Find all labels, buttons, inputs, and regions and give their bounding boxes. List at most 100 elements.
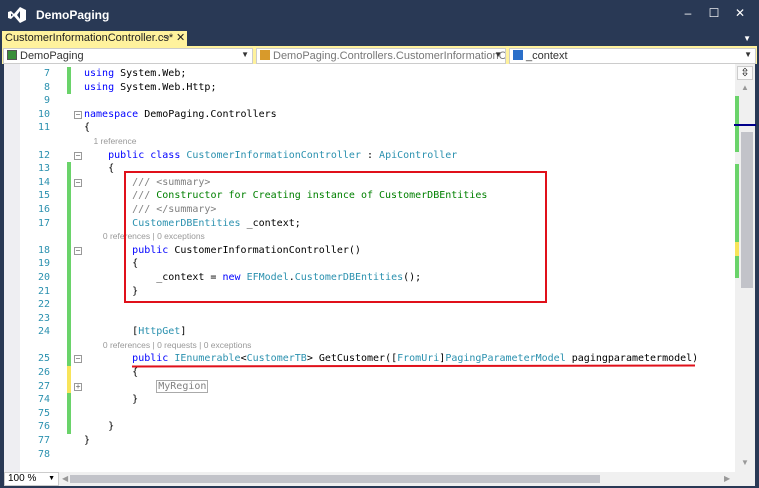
scroll-left-button[interactable]: ◀ xyxy=(62,474,68,483)
code-token: FromUri xyxy=(397,353,440,365)
close-tab-button[interactable]: ✕ xyxy=(176,31,185,44)
project-dropdown[interactable]: DemoPaging ▼ xyxy=(3,48,253,64)
change-indicator xyxy=(67,243,71,258)
line-number: 74 xyxy=(37,394,50,406)
collapse-icon[interactable]: − xyxy=(74,355,82,364)
scroll-down-button[interactable]: ▼ xyxy=(741,458,749,467)
code-editor[interactable]: 7 using System.Web; 8 using System.Web.Http… xyxy=(4,64,756,472)
code-line: 76 } xyxy=(20,420,735,435)
code-token: public class xyxy=(108,149,181,161)
class-dropdown[interactable]: DemoPaging.Controllers.CustomerInformati… xyxy=(256,48,506,64)
change-indicator xyxy=(67,270,71,285)
code-token: { xyxy=(84,163,115,175)
line-number: 9 xyxy=(43,95,50,107)
maximize-button[interactable]: ☐ xyxy=(706,6,722,20)
line-number: 12 xyxy=(37,149,50,161)
line-number: 7 xyxy=(43,68,50,79)
window-title: DemoPaging xyxy=(36,8,110,22)
line-number: 75 xyxy=(37,407,50,419)
line-number: 25 xyxy=(37,353,50,365)
code-token: PagingParameterModel xyxy=(445,353,566,365)
code-token: : xyxy=(360,149,380,161)
member-dropdown[interactable]: _context ▼ xyxy=(509,48,756,64)
vertical-scrollbar[interactable]: ⇳ ▲ ▼ xyxy=(734,64,756,472)
code-token: HttpGet xyxy=(138,326,181,338)
scroll-thumb[interactable] xyxy=(741,132,753,288)
code-line: 74 } xyxy=(20,393,735,407)
code-token: IEnumerable xyxy=(174,353,241,365)
tab-customerinformationcontroller[interactable]: CustomerInformationController.cs* ⊸ ✕ xyxy=(2,31,187,46)
tab-label: CustomerInformationController.cs* xyxy=(5,32,174,44)
code-line: 78 xyxy=(20,448,735,462)
chevron-down-icon: ▼ xyxy=(48,475,55,482)
code-token: namespace xyxy=(84,108,139,120)
change-indicator xyxy=(67,420,71,435)
code-token: > GetCustomer([ xyxy=(306,353,398,365)
line-number: 21 xyxy=(37,285,50,297)
code-text: namespace DemoPaging.Controllers xyxy=(84,108,277,122)
line-number: 16 xyxy=(37,203,50,215)
code-text: } xyxy=(84,420,114,434)
project-icon xyxy=(7,50,17,60)
change-marker xyxy=(735,256,739,278)
unsaved-marker xyxy=(735,242,739,256)
code-line: 27 + MyRegion xyxy=(20,379,735,394)
horizontal-scroll-thumb[interactable] xyxy=(70,475,600,483)
code-token: ] xyxy=(180,326,187,338)
code-text: { xyxy=(84,366,138,380)
codelens-info[interactable]: 0 references | 0 requests | 0 exceptions xyxy=(84,339,252,353)
tab-overflow-dropdown[interactable]: ▼ xyxy=(743,34,751,43)
expand-icon[interactable]: + xyxy=(74,382,82,391)
change-indicator xyxy=(67,298,71,312)
line-number: 76 xyxy=(37,421,50,433)
code-line: 24 [HttpGet] xyxy=(20,325,735,339)
split-window-icon[interactable]: ⇳ xyxy=(737,66,753,80)
code-text: using System.Web.Http; xyxy=(84,81,216,95)
close-window-button[interactable]: ✕ xyxy=(732,6,748,20)
change-indicator xyxy=(67,230,71,244)
title-bar: DemoPaging ‒ ☐ ✕ xyxy=(0,0,759,30)
code-line: 11 { xyxy=(20,121,735,135)
collapse-icon[interactable]: − xyxy=(74,151,82,160)
line-number: 78 xyxy=(37,448,50,460)
code-text: } xyxy=(84,434,90,448)
change-indicator xyxy=(67,162,71,176)
change-indicator xyxy=(67,379,71,394)
change-indicator xyxy=(67,406,71,421)
zoom-value: 100 % xyxy=(8,473,37,484)
change-indicator xyxy=(67,338,71,353)
chevron-down-icon: ▼ xyxy=(744,50,752,59)
minimize-button[interactable]: ‒ xyxy=(680,6,696,20)
code-token: } xyxy=(84,394,139,406)
change-indicator xyxy=(67,352,71,367)
line-number: 26 xyxy=(37,367,50,379)
collapsed-region[interactable]: MyRegion xyxy=(156,379,209,393)
line-number: 27 xyxy=(37,380,50,392)
line-number: 10 xyxy=(37,108,50,120)
class-icon xyxy=(260,50,270,60)
indicator-margin xyxy=(4,64,20,472)
collapse-icon[interactable]: − xyxy=(74,110,82,119)
code-text: public class CustomerInformationControll… xyxy=(84,149,457,163)
code-token: } xyxy=(84,435,91,447)
change-indicator xyxy=(67,175,71,190)
line-number: 19 xyxy=(37,258,50,270)
codelens-info[interactable]: 1 reference xyxy=(84,135,136,149)
change-indicator xyxy=(67,325,71,339)
change-marker xyxy=(735,164,739,242)
collapse-icon[interactable]: − xyxy=(74,246,82,255)
change-indicator xyxy=(67,67,71,81)
collapse-icon[interactable]: − xyxy=(74,178,82,187)
scroll-up-button[interactable]: ▲ xyxy=(741,83,749,92)
code-line: 8 using System.Web.Http; xyxy=(20,80,735,95)
scroll-right-button[interactable]: ▶ xyxy=(724,474,730,483)
change-indicator xyxy=(67,393,71,407)
codelens-row: 1 reference xyxy=(20,135,735,149)
pin-icon[interactable]: ⊸ xyxy=(162,32,170,43)
zoom-dropdown[interactable]: 100 % ▼ xyxy=(4,472,59,486)
code-text: { xyxy=(84,162,114,176)
code-token: public xyxy=(132,353,169,365)
code-line: 77} xyxy=(20,434,735,448)
